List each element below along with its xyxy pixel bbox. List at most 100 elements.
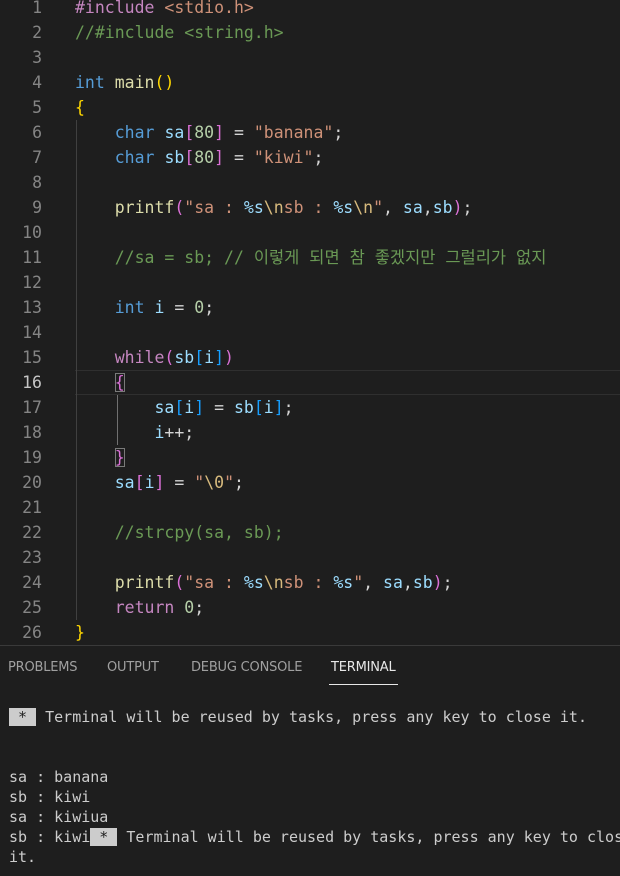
line-number: 10 [22,223,42,242]
line-number: 21 [22,498,42,517]
tab-debug-console[interactable]: DEBUG CONSOLE [191,660,302,675]
terminal-output-prefix: sb : kiwi [9,828,91,846]
line-number: 11 [22,248,42,267]
code-token: ; [234,473,244,492]
code-line: 11 //sa = sb; // 이렇게 되면 참 좋겠지만 그럴리가 없지 [0,245,620,270]
code-token: return [114,598,175,617]
code-token: sb [233,398,254,417]
code-token: //strcpy(sa, sb); [114,523,284,542]
bottom-panel: PROBLEMS OUTPUT DEBUG CONSOLE TERMINAL *… [0,645,620,876]
code-text: return 0; [75,595,204,620]
code-token: \n [263,573,284,592]
code-token: ) [452,198,463,217]
code-token: %s [243,573,264,592]
code-token: main [114,73,155,92]
terminal-line: sb : kiwi [9,788,91,806]
code-line: 19 } [0,445,620,470]
line-number: 14 [22,323,42,342]
code-text: //strcpy(sa, sb); [75,520,284,545]
line-number: 13 [22,298,42,317]
code-token: while [114,348,165,367]
code-token: { [75,98,85,117]
code-text: } [75,445,125,470]
code-token: ) [224,348,234,367]
line-number: 2 [32,23,42,42]
terminal-line: * Terminal will be reused by tasks, pres… [9,707,587,727]
code-token: %s [243,198,264,217]
code-token: sb [412,573,433,592]
code-token: () [154,73,175,92]
code-token: i [154,423,165,442]
code-token: printf [114,198,175,217]
code-line: 7 char sb[80] = "kiwi"; [0,145,620,170]
tab-problems[interactable]: PROBLEMS [8,660,78,675]
line-number: 26 [22,623,42,642]
code-token: ; [462,198,473,217]
code-token: printf [114,573,175,592]
line-number: 15 [22,348,42,367]
code-token: , [422,198,433,217]
code-text: //#include <string.h> [75,20,284,45]
code-line: 9 printf("sa : %s\nsb : %s\n", sa,sb); [0,195,620,220]
code-text: i++; [75,420,194,445]
code-token: "banana" [253,123,334,142]
code-token: %s [333,573,354,592]
code-token: ] [194,398,205,417]
code-editor[interactable]: 1 #include <stdio.h> 2 //#include <string.h… [0,0,620,645]
line-number: 18 [22,423,42,442]
code-line: 14 [0,320,620,345]
terminal-badge: * [9,708,37,726]
tab-output[interactable]: OUTPUT [107,660,159,675]
code-token: sa [164,123,185,142]
code-token: [ [253,398,264,417]
code-token: ; [442,573,453,592]
line-number: 12 [22,273,42,292]
code-token: i [154,298,165,317]
code-token: [ [184,123,195,142]
code-token: ; [204,298,215,317]
code-line: 8 [0,170,620,195]
code-text: } [75,620,85,645]
code-token: ] [214,123,225,142]
code-token: %s [333,198,354,217]
code-text: //sa = sb; // 이렇게 되면 참 좋겠지만 그럴리가 없지 [75,245,547,270]
code-token: , [402,573,413,592]
code-text: while(sb[i]) [75,345,234,370]
code-token: " [224,473,234,492]
code-token: char [114,123,155,142]
code-line: 15 while(sb[i]) [0,345,620,370]
code-token: 0 [184,598,195,617]
tab-terminal[interactable]: TERMINAL [329,660,397,685]
code-token: ] [214,348,225,367]
code-token: 80 [194,148,215,167]
code-token: ; [283,398,294,417]
code-text: int main() [75,70,174,95]
code-token: \n [353,198,374,217]
code-token: "sa : [184,573,244,592]
code-token: sb [432,198,453,217]
code-token: int [114,298,145,317]
code-token: = [224,123,254,142]
code-token: " [194,473,205,492]
code-token: ( [164,348,175,367]
code-token: ) [432,573,443,592]
line-number: 24 [22,573,42,592]
code-token: sa [402,198,423,217]
code-token: \0 [204,473,225,492]
line-number: 16 [22,373,42,392]
line-number: 7 [32,148,42,167]
code-token: sa [154,398,175,417]
code-line: 4 int main() [0,70,620,95]
code-token: 80 [194,123,215,142]
code-line: 22 //strcpy(sa, sb); [0,520,620,545]
